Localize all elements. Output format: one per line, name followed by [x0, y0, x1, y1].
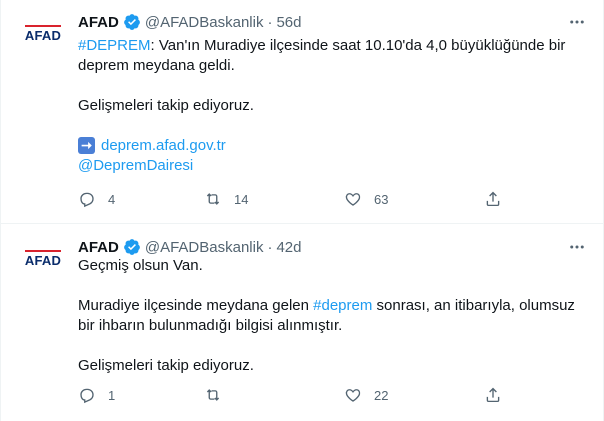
- author-name[interactable]: AFAD: [78, 239, 119, 256]
- tweet-actions: 1 22: [78, 385, 518, 405]
- heart-icon: [345, 389, 361, 402]
- reply-button[interactable]: 1: [78, 386, 115, 404]
- tweet-header: AFAD @AFADBaskanlik · 42d: [78, 237, 301, 257]
- author-handle[interactable]: @AFADBaskanlik: [145, 14, 264, 31]
- reply-icon: [80, 192, 94, 208]
- afad-logo: AFAD: [24, 249, 62, 268]
- like-button[interactable]: 22: [344, 386, 388, 404]
- share-icon: [486, 191, 500, 207]
- retweet-icon: [206, 389, 220, 401]
- tweet[interactable]: AFAD AFAD @AFADBaskanlik · 56d #DEPREM: …: [1, 0, 603, 224]
- right-arrow-icon: [78, 137, 95, 154]
- hashtag-link[interactable]: #DEPREM: [78, 37, 151, 54]
- tweet-text: Geçmiş olsun Van. Muradiye ilçesinde mey…: [78, 257, 575, 374]
- reply-button[interactable]: 4: [78, 190, 115, 208]
- reply-count: 4: [108, 191, 116, 207]
- like-button[interactable]: 63: [344, 190, 388, 208]
- author-name[interactable]: AFAD: [78, 14, 119, 31]
- tweet-header: AFAD @AFADBaskanlik · 56d: [78, 12, 301, 32]
- more-options-icon[interactable]: [567, 238, 587, 256]
- separator-dot: ·: [267, 238, 273, 256]
- like-count: 63: [374, 191, 389, 207]
- reply-icon: [80, 388, 94, 404]
- share-icon: [486, 387, 500, 403]
- retweet-button[interactable]: 14: [204, 190, 248, 208]
- mention-link[interactable]: @DepremDairesi: [78, 157, 193, 174]
- tweet-text: #DEPREM: Van'ın Muradiye ilçesinde saat …: [78, 37, 566, 174]
- avatar[interactable]: AFAD: [21, 238, 65, 282]
- hashtag-link[interactable]: #deprem: [313, 297, 372, 314]
- tweet-actions: 4 14 63: [78, 189, 518, 209]
- tweet-time[interactable]: 42d: [276, 239, 301, 256]
- heart-icon: [345, 193, 361, 206]
- retweet-button[interactable]: [204, 386, 234, 404]
- verified-badge-icon: [123, 14, 140, 30]
- tweet-time[interactable]: 56d: [276, 14, 301, 31]
- avatar[interactable]: AFAD: [21, 13, 65, 57]
- website-link[interactable]: deprem.afad.gov.tr: [101, 137, 226, 154]
- share-button[interactable]: [484, 386, 502, 404]
- author-handle[interactable]: @AFADBaskanlik: [145, 239, 264, 256]
- timeline: AFAD AFAD @AFADBaskanlik · 56d #DEPREM: …: [0, 0, 604, 421]
- tweet[interactable]: AFAD AFAD @AFADBaskanlik · 42d Geçmiş ol…: [1, 225, 603, 421]
- retweet-icon: [206, 193, 220, 205]
- more-options-icon[interactable]: [567, 13, 587, 31]
- reply-count: 1: [108, 387, 116, 403]
- separator-dot: ·: [267, 13, 273, 31]
- like-count: 22: [374, 387, 389, 403]
- afad-logo: AFAD: [24, 24, 62, 43]
- share-button[interactable]: [484, 190, 502, 208]
- retweet-count: 14: [234, 191, 249, 207]
- verified-badge-icon: [123, 239, 140, 255]
